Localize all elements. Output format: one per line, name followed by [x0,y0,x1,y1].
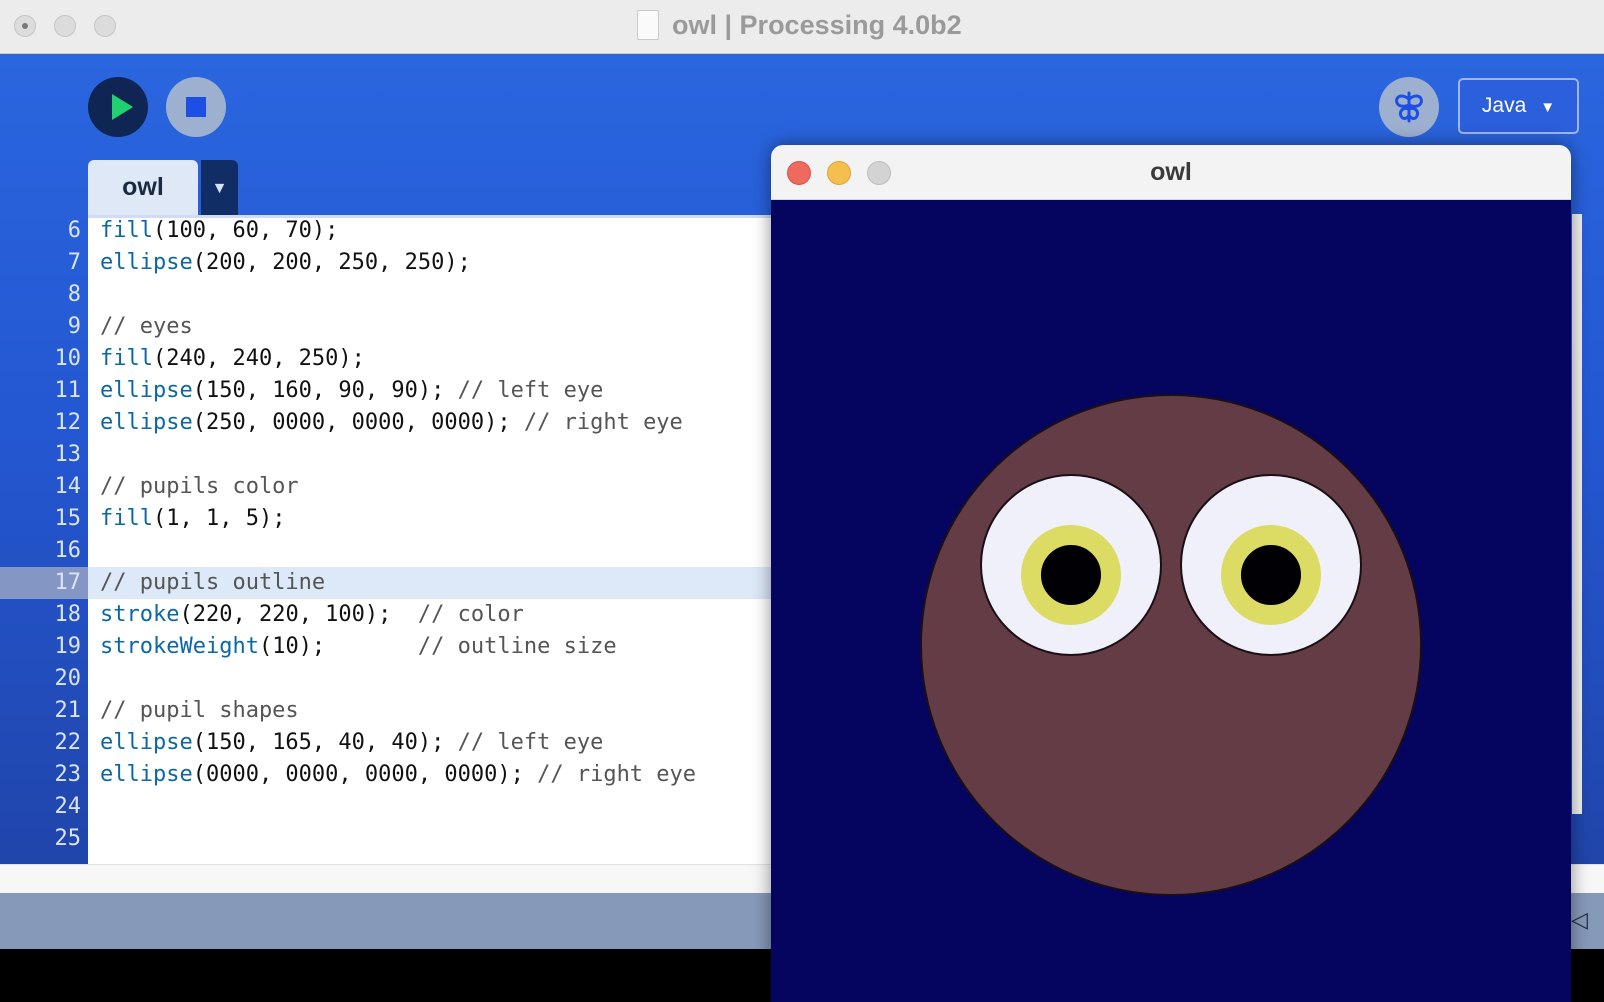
right-pupil [1221,525,1321,625]
code-comment-token: // pupils outline [100,570,326,595]
code-line[interactable]: // pupil shapes [100,695,299,727]
collapse-console-icon[interactable]: ◁ [1571,907,1588,933]
left-pupil [1021,525,1121,625]
code-line[interactable]: // eyes [100,311,193,343]
debugger-butterfly-icon [1395,91,1423,123]
code-function-token: strokeWeight [100,634,259,659]
owl-body [920,394,1422,896]
code-token: (220, 220, 100); [179,602,418,627]
code-function-token: ellipse [100,250,193,275]
line-number: 22 [54,730,82,755]
window-title: owl | Processing 4.0b2 [672,10,962,40]
sketch-minimize-icon[interactable] [827,161,851,185]
line-number: 20 [54,666,82,691]
sketch-window: owl [771,145,1571,1002]
code-line[interactable]: // pupils outline [100,567,325,599]
code-token: (240, 240, 250); [152,346,365,371]
code-token: (250, 0000, 0000, 0000); [192,410,524,435]
code-line[interactable]: ellipse(150, 165, 40, 40); // left eye [100,727,603,759]
code-line[interactable]: // pupils color [100,471,299,503]
close-window-icon[interactable] [14,15,36,37]
stop-button[interactable] [166,77,226,137]
code-comment-token: // eyes [100,314,193,339]
code-function-token: ellipse [100,410,193,435]
line-number: 16 [54,538,82,563]
line-number: 10 [54,346,82,371]
code-line[interactable]: ellipse(0000, 0000, 0000, 0000); // righ… [100,759,696,791]
sketch-close-icon[interactable] [787,161,811,185]
line-number: 13 [54,442,82,467]
code-token: (100, 60, 70); [152,218,339,243]
sketch-canvas [771,200,1571,1002]
code-function-token: fill [100,346,153,371]
line-number: 9 [67,314,81,339]
code-function-token: ellipse [100,762,193,787]
debug-button[interactable] [1379,77,1439,137]
code-function-token: ellipse [100,378,193,403]
code-comment-token: // outline size [417,634,617,659]
code-comment-token: // pupils color [100,474,299,499]
code-comment-token: // pupil shapes [100,698,299,723]
code-line[interactable]: fill(240, 240, 250); [100,343,365,375]
code-function-token: ellipse [100,730,193,755]
line-number: 7 [67,250,81,275]
title-bar: owl | Processing 4.0b2 [0,0,1604,54]
code-line[interactable]: ellipse(250, 0000, 0000, 0000); // right… [100,407,683,439]
line-number: 14 [54,474,82,499]
line-number: 15 [54,506,82,531]
code-function-token: fill [100,506,153,531]
tab-owl[interactable]: owl [88,160,198,215]
line-number: 8 [67,282,81,307]
code-line[interactable]: stroke(220, 220, 100); // color [100,599,524,631]
sketch-window-title: owl [1150,158,1192,186]
code-line[interactable]: ellipse(200, 200, 250, 250); [100,247,471,279]
document-icon [637,10,659,40]
run-button[interactable] [88,77,148,137]
line-number: 18 [54,602,82,627]
code-line[interactable]: ellipse(150, 160, 90, 90); // left eye [100,375,603,407]
line-number: 24 [54,794,82,819]
code-comment-token: // color [417,602,524,627]
sketch-zoom-icon[interactable] [867,161,891,185]
line-number: 25 [54,826,82,851]
line-number: 6 [67,218,81,243]
mode-label: Java [1481,94,1527,117]
line-number: 11 [54,378,82,403]
code-line[interactable]: fill(1, 1, 5); [100,503,285,535]
line-number: 12 [54,410,82,435]
minimize-window-icon[interactable] [54,15,76,37]
mode-selector[interactable]: Java ▼ [1458,78,1579,134]
code-function-token: stroke [100,602,180,627]
tab-menu-button[interactable]: ▼ [201,160,238,215]
code-line[interactable]: strokeWeight(10); // outline size [100,631,617,663]
chevron-down-icon: ▼ [1540,99,1556,116]
code-comment-token: // left eye [457,378,604,403]
code-token: (0000, 0000, 0000, 0000); [192,762,538,787]
line-number: 23 [54,762,82,787]
code-token: (200, 200, 250, 250); [192,250,471,275]
code-comment-token: // right eye [523,410,683,435]
code-line[interactable]: fill(100, 60, 70); [100,215,338,247]
zoom-window-icon[interactable] [94,15,116,37]
code-token: (150, 160, 90, 90); [192,378,458,403]
code-function-token: fill [100,218,153,243]
line-number: 21 [54,698,82,723]
code-token: (1, 1, 5); [152,506,286,531]
code-comment-token: // right eye [537,762,697,787]
line-number: 19 [54,634,82,659]
code-comment-token: // left eye [457,730,604,755]
code-token: (10); [258,634,418,659]
code-editor[interactable]: 6 fill(100, 60, 70); 7 ellipse(200, 200, 25… [0,215,790,864]
code-token: (150, 165, 40, 40); [192,730,458,755]
line-number: 17 [54,570,82,595]
vertical-scrollbar[interactable] [1572,214,1582,814]
sketch-title-bar: owl [771,145,1571,200]
